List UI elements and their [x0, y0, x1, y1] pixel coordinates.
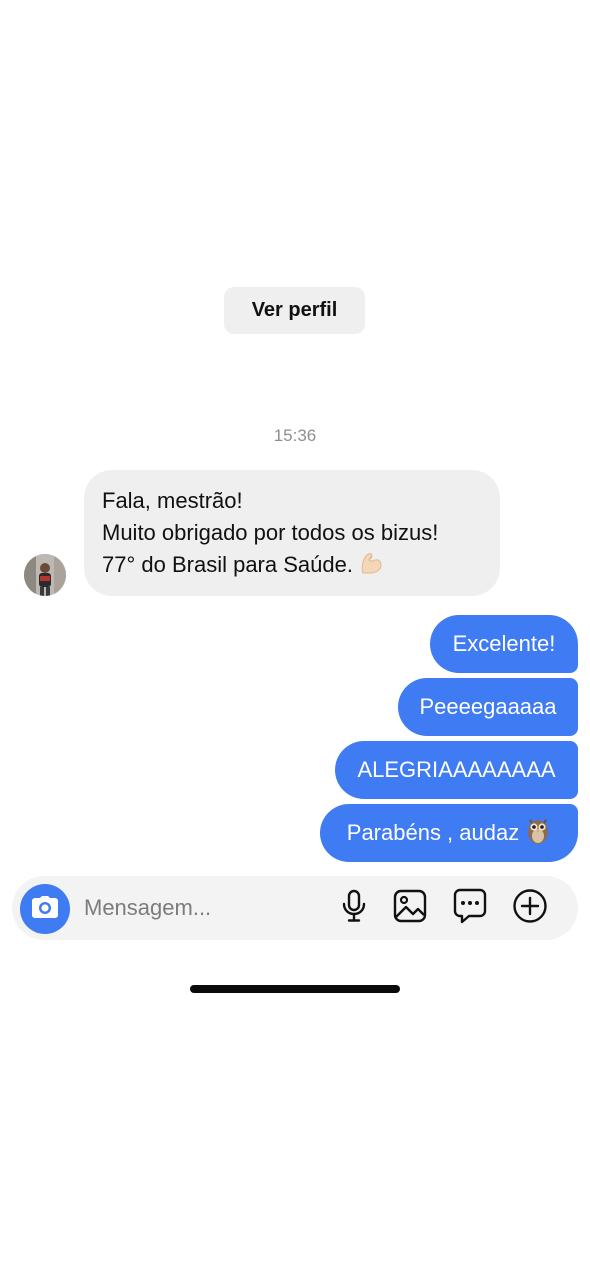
outgoing-message[interactable]: Excelente!: [430, 615, 578, 673]
message-input[interactable]: [84, 888, 314, 928]
camera-button[interactable]: [20, 884, 70, 934]
chat-screen: Ver perfil 15:36 Fala, mestrão! Muito ob…: [0, 0, 590, 1280]
owl-emoji: [525, 815, 551, 851]
sticker-button[interactable]: [452, 888, 488, 929]
sticker-icon: [453, 888, 487, 929]
incoming-message[interactable]: Fala, mestrão! Muito obrigado por todos …: [84, 470, 500, 596]
plus-icon: [512, 888, 548, 929]
message-composer: [12, 876, 578, 940]
gallery-icon: [393, 889, 427, 928]
message-line: Muito obrigado por todos os bizus!: [102, 520, 439, 545]
message-line: 77° do Brasil para Saúde.: [102, 549, 482, 586]
avatar-photo: [24, 554, 66, 596]
camera-icon: [31, 895, 59, 924]
outgoing-message[interactable]: ALEGRIAAAAAAAA: [335, 741, 578, 799]
outgoing-message[interactable]: Peeeegaaaaa: [398, 678, 578, 736]
message-timestamp: 15:36: [273, 426, 317, 445]
microphone-icon: [341, 889, 367, 928]
plus-button[interactable]: [512, 888, 548, 929]
microphone-button[interactable]: [336, 889, 372, 928]
message-line-text: 77° do Brasil para Saúde.: [102, 552, 353, 577]
avatar[interactable]: [24, 554, 66, 596]
view-profile-button[interactable]: Ver perfil: [224, 287, 365, 334]
outgoing-message[interactable]: Parabéns , audaz: [320, 804, 578, 862]
home-indicator[interactable]: [190, 985, 400, 993]
flexed-biceps-emoji: [357, 549, 385, 586]
outgoing-message-text: Parabéns , audaz: [346, 820, 520, 845]
gallery-button[interactable]: [392, 889, 428, 928]
message-line: Fala, mestrão!: [102, 488, 243, 513]
